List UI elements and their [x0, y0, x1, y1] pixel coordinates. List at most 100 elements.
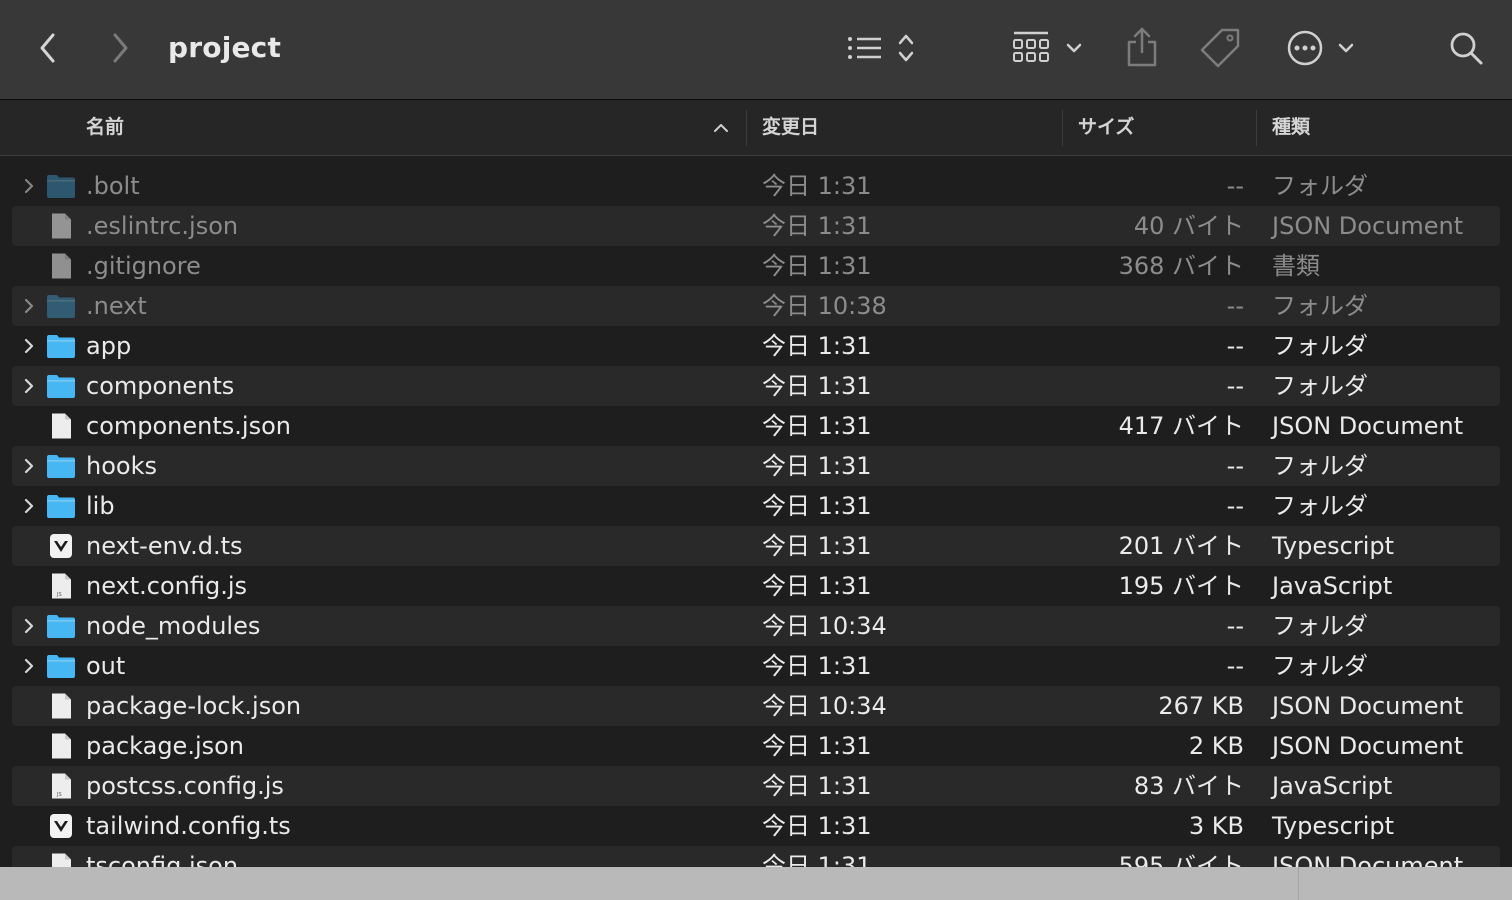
file-row[interactable]: .next 今日 10:38 -- フォルダ	[12, 286, 1500, 326]
window-edge-divider	[1298, 867, 1299, 900]
file-row[interactable]: JS postcss.config.js 今日 1:31 83 バイト JavaScri…	[12, 766, 1500, 806]
column-header-kind[interactable]: 種類	[1272, 100, 1310, 155]
file-icon	[52, 413, 71, 439]
svg-text:JS: JS	[56, 792, 62, 798]
file-kind: フォルダ	[1272, 292, 1368, 320]
file-row[interactable]: .eslintrc.json 今日 1:31 40 バイト JSON Document	[12, 206, 1500, 246]
file-row[interactable]: .gitignore 今日 1:31 368 バイト 書類	[12, 246, 1500, 286]
file-size: --	[1226, 332, 1244, 360]
column-header-size[interactable]: サイズ	[1078, 100, 1134, 155]
file-row[interactable]: next-env.d.ts 今日 1:31 201 バイト Typescript	[12, 526, 1500, 566]
file-size: --	[1226, 452, 1244, 480]
sort-ascending-icon[interactable]	[712, 122, 730, 134]
file-row[interactable]: node_modules 今日 10:34 -- フォルダ	[12, 606, 1500, 646]
file-row[interactable]: tsconfig.json 今日 1:31 595 バイト JSON Document	[12, 846, 1500, 867]
file-row[interactable]: components.json 今日 1:31 417 バイト JSON Docume…	[12, 406, 1500, 446]
file-row[interactable]: .bolt 今日 1:31 -- フォルダ	[12, 166, 1500, 206]
file-date: 今日 1:31	[762, 852, 872, 867]
disclosure-triangle-icon[interactable]	[22, 177, 36, 195]
tag-button[interactable]	[1198, 24, 1244, 70]
disclosure-triangle-icon[interactable]	[22, 377, 36, 395]
column-divider[interactable]	[1256, 110, 1257, 146]
file-row[interactable]: JS next.config.js 今日 1:31 195 バイト JavaScript	[12, 566, 1500, 606]
file-row[interactable]: components 今日 1:31 -- フォルダ	[12, 366, 1500, 406]
more-actions-button[interactable]	[1284, 26, 1360, 70]
file-name: hooks	[86, 452, 157, 480]
file-row[interactable]: package-lock.json 今日 10:34 267 KB JSON Docu…	[12, 686, 1500, 726]
grid-group-icon	[1013, 31, 1082, 62]
column-header-name[interactable]: 名前	[86, 100, 124, 155]
file-date: 今日 1:31	[762, 412, 872, 440]
file-kind: JavaScript	[1272, 572, 1393, 600]
view-options-button[interactable]	[842, 26, 922, 70]
disclosure-triangle-icon[interactable]	[22, 297, 36, 315]
file-kind: JSON Document	[1272, 412, 1464, 440]
file-size: 417 バイト	[1118, 412, 1244, 440]
file-row[interactable]: hooks 今日 1:31 -- フォルダ	[12, 446, 1500, 486]
svg-text:JS: JS	[56, 592, 62, 598]
file-date: 今日 10:38	[762, 292, 887, 320]
search-icon	[1450, 32, 1483, 65]
file-size: 368 バイト	[1118, 252, 1244, 280]
typescript-file-icon	[50, 814, 72, 838]
file-kind: フォルダ	[1272, 452, 1368, 480]
file-size: --	[1226, 172, 1244, 200]
file-row[interactable]: lib 今日 1:31 -- フォルダ	[12, 486, 1500, 526]
file-kind: フォルダ	[1272, 172, 1368, 200]
file-name: package-lock.json	[86, 692, 302, 720]
search-button[interactable]	[1444, 26, 1488, 70]
file-name: .gitignore	[86, 252, 201, 280]
file-date: 今日 10:34	[762, 692, 887, 720]
column-divider[interactable]	[1062, 110, 1063, 146]
file-name: next.config.js	[86, 572, 248, 600]
file-row[interactable]: package.json 今日 1:31 2 KB JSON Document	[12, 726, 1500, 766]
disclosure-triangle-icon[interactable]	[22, 457, 36, 475]
file-name: .next	[86, 292, 147, 320]
file-date: 今日 1:31	[762, 572, 872, 600]
column-divider[interactable]	[746, 110, 747, 146]
file-size: 83 バイト	[1133, 772, 1244, 800]
folder-icon	[47, 615, 75, 638]
file-date: 今日 1:31	[762, 812, 872, 840]
file-row[interactable]: app 今日 1:31 -- フォルダ	[12, 326, 1500, 366]
file-icon	[52, 853, 71, 867]
file-icon	[52, 733, 71, 759]
file-size: 201 バイト	[1118, 532, 1244, 560]
folder-icon	[47, 655, 75, 678]
file-date: 今日 1:31	[762, 452, 872, 480]
chevron-right-icon	[113, 33, 128, 63]
file-name: .eslintrc.json	[86, 212, 239, 240]
column-header-date[interactable]: 変更日	[762, 100, 819, 155]
folder-icon	[47, 455, 75, 478]
folder-icon	[47, 375, 75, 398]
file-date: 今日 1:31	[762, 532, 872, 560]
file-kind: 書類	[1272, 252, 1320, 280]
folder-icon	[47, 495, 75, 518]
file-kind: フォルダ	[1272, 612, 1368, 640]
file-name: .bolt	[86, 172, 140, 200]
finder-window: project 名前 変更日 サイズ 種類 .bolt 今日 1:31 -- フ…	[0, 0, 1512, 867]
forward-button[interactable]	[102, 28, 138, 68]
toolbar: project	[0, 0, 1512, 100]
file-size: --	[1226, 492, 1244, 520]
file-kind: Typescript	[1272, 812, 1395, 840]
file-size: --	[1226, 652, 1244, 680]
file-date: 今日 1:31	[762, 252, 872, 280]
file-date: 今日 1:31	[762, 732, 872, 760]
file-row[interactable]: tailwind.config.ts 今日 1:31 3 KB Typescript	[12, 806, 1500, 846]
file-size: 2 KB	[1188, 732, 1244, 760]
chevron-left-icon	[40, 33, 55, 63]
file-icon	[52, 213, 71, 239]
group-button[interactable]	[1010, 26, 1088, 70]
disclosure-triangle-icon[interactable]	[22, 337, 36, 355]
disclosure-triangle-icon[interactable]	[22, 617, 36, 635]
disclosure-triangle-icon[interactable]	[22, 497, 36, 515]
back-button[interactable]	[30, 28, 66, 68]
file-size: --	[1226, 292, 1244, 320]
file-kind: Typescript	[1272, 532, 1395, 560]
share-button[interactable]	[1122, 24, 1162, 70]
file-list: .bolt 今日 1:31 -- フォルダ .eslintrc.json 今日 1:31 4…	[0, 166, 1512, 867]
disclosure-triangle-icon[interactable]	[22, 657, 36, 675]
file-row[interactable]: out 今日 1:31 -- フォルダ	[12, 646, 1500, 686]
file-name: postcss.config.js	[86, 772, 284, 800]
